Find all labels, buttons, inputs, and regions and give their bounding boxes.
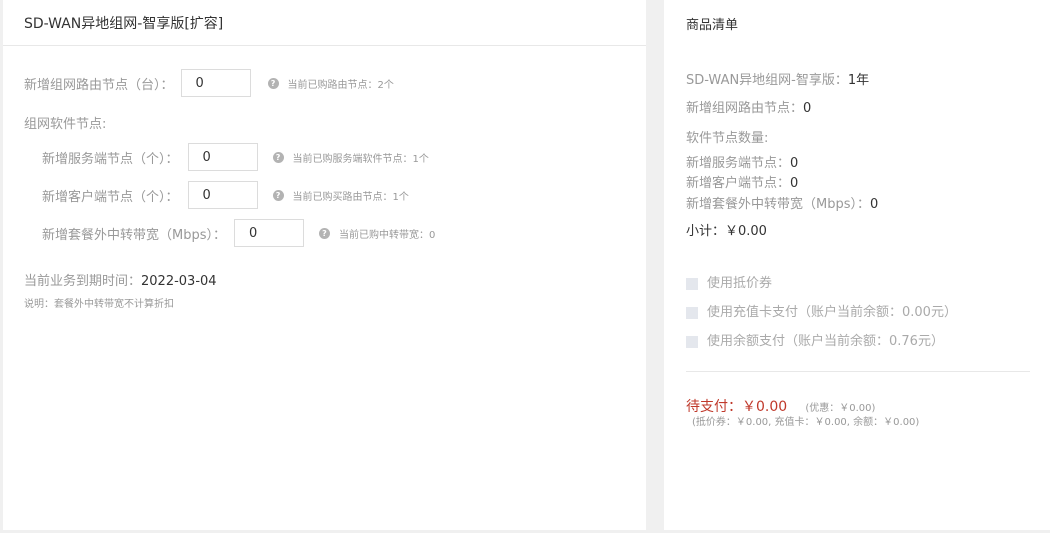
summary-server-label: 新增服务端节点： (686, 156, 791, 171)
bandwidth-label: 新增套餐外中转带宽（Mbps）： (42, 227, 226, 243)
software-node-section-label: 组网软件节点: (24, 117, 107, 132)
expiry-date: 2022-03-04 (141, 274, 217, 289)
product-label: SD-WAN异地组网-智享版： (686, 73, 848, 88)
help-icon[interactable]: ? (272, 151, 284, 163)
form-title: SD-WAN异地组网-智享版[扩容] (3, 0, 646, 46)
help-icon[interactable]: ? (319, 227, 330, 239)
voucher-checkbox[interactable] (686, 277, 698, 290)
summary-router-label: 新增组网路由节点： (686, 101, 804, 116)
server-node-input[interactable]: 0 (187, 143, 258, 171)
router-node-label: 新增组网路由节点（台）： (24, 77, 174, 93)
help-icon[interactable]: ? (272, 189, 284, 201)
client-node-hint: 当前已购买路由节点：1个 (292, 191, 409, 203)
voucher-option[interactable]: 使用抵价券 (686, 272, 772, 291)
summary-client-line: 新增客户端节点：0 (686, 172, 798, 191)
summary-router-value: 0 (803, 101, 812, 116)
subtotal: 小计：￥0.00 (686, 224, 767, 239)
server-node-label: 新增服务端节点（个）： (42, 151, 179, 167)
product-duration: 1年 (847, 73, 870, 88)
router-node-input[interactable]: 0 (180, 69, 251, 97)
summary-client-label: 新增客户端节点： (686, 176, 791, 191)
expiry-label: 当前业务到期时间： (24, 274, 142, 289)
payment-breakdown: (抵价券：￥0.00, 充值卡：￥0.00, 余额：￥0.00) (692, 417, 920, 428)
router-node-row: 新增组网路由节点（台）： 0 ? 当前已购路由节点：2个 (24, 69, 394, 97)
summary-software-label: 软件节点数量: (686, 131, 769, 146)
summary-bandwidth-line: 新增套餐外中转带宽（Mbps）：0 (686, 193, 878, 212)
summary-bandwidth-label: 新增套餐外中转带宽（Mbps）： (686, 197, 870, 212)
balance-label: 使用余额支付（账户当前余额：0.76元） (707, 334, 944, 349)
order-summary-panel: 商品清单 SD-WAN异地组网-智享版：1年 新增组网路由节点：0 软件节点数量… (664, 0, 1050, 530)
voucher-label: 使用抵价券 (707, 276, 773, 291)
product-line: SD-WAN异地组网-智享版：1年 (686, 69, 869, 88)
summary-title: 商品清单 (686, 17, 739, 33)
server-node-row: 新增服务端节点（个）： 0 ? 当前已购服务端软件节点：1个 (42, 143, 429, 171)
card-checkbox[interactable] (686, 306, 698, 319)
client-node-input[interactable]: 0 (187, 181, 258, 209)
summary-router-line: 新增组网路由节点：0 (686, 97, 811, 116)
summary-bandwidth-value: 0 (870, 197, 879, 212)
client-node-label: 新增客户端节点（个）： (42, 189, 179, 205)
help-icon[interactable]: ? (267, 77, 279, 89)
client-node-row: 新增客户端节点（个）： 0 ? 当前已购买路由节点：1个 (42, 181, 409, 209)
summary-server-line: 新增服务端节点：0 (686, 152, 798, 171)
bandwidth-row: 新增套餐外中转带宽（Mbps）： 0 ? 当前已购中转带宽：0 (42, 219, 435, 247)
router-node-hint: 当前已购路由节点：2个 (287, 79, 394, 91)
server-node-hint: 当前已购服务端软件节点：1个 (292, 153, 429, 165)
expansion-form-panel: SD-WAN异地组网-智享版[扩容] 新增组网路由节点（台）： 0 ? 当前已购… (3, 0, 646, 530)
divider (686, 371, 1030, 372)
balance-option[interactable]: 使用余额支付（账户当前余额：0.76元） (686, 330, 944, 349)
bandwidth-hint: 当前已购中转带宽：0 (339, 229, 436, 241)
summary-client-value: 0 (790, 176, 799, 191)
balance-checkbox[interactable] (686, 335, 698, 348)
expiry-line: 当前业务到期时间：2022-03-04 (24, 270, 217, 289)
card-option[interactable]: 使用充值卡支付（账户当前余额：0.00元） (686, 301, 957, 320)
card-label: 使用充值卡支付（账户当前余额：0.00元） (707, 305, 957, 320)
bandwidth-note: 说明：套餐外中转带宽不计算折扣 (24, 299, 174, 310)
bandwidth-input[interactable]: 0 (234, 219, 304, 247)
summary-server-value: 0 (790, 156, 799, 171)
